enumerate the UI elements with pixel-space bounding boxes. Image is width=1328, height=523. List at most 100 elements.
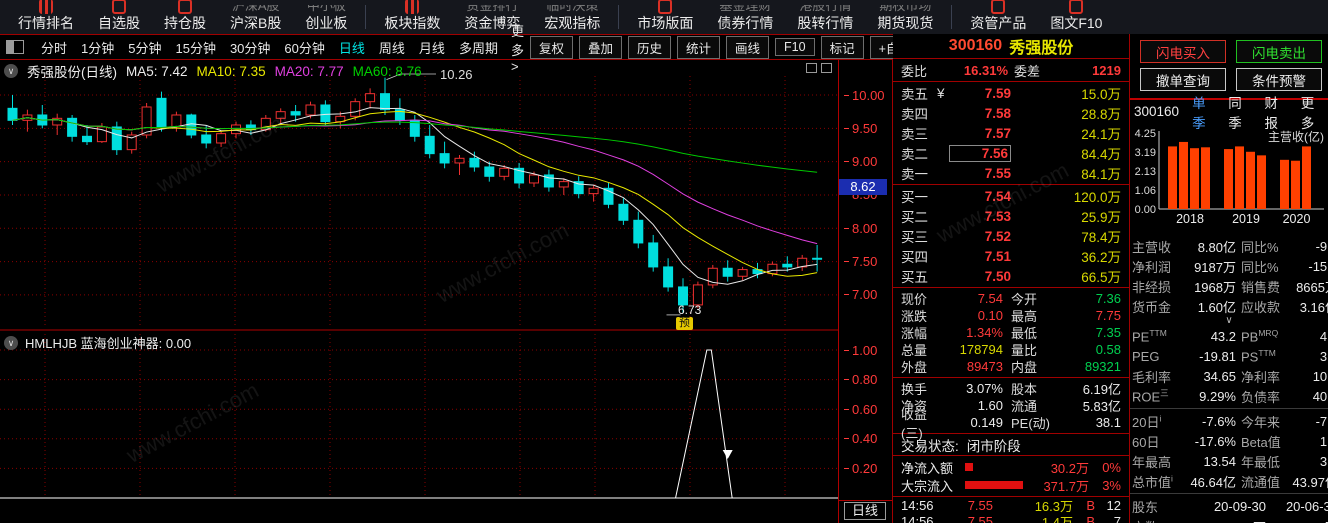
period-tab-60分钟[interactable]: 60分钟 xyxy=(277,38,331,57)
section-divider xyxy=(1130,493,1328,494)
stat-row: 收益(三) 0.149 PE(动) 38.1 xyxy=(901,407,1121,441)
ask-row[interactable]: 卖三 7.57 24.1万 xyxy=(901,123,1121,143)
finance-label: 户数 xyxy=(1132,517,1180,523)
layout-split-icon[interactable] xyxy=(6,40,24,54)
axis-divider xyxy=(839,500,892,501)
tool-button-F10[interactable]: F10 xyxy=(775,38,815,56)
finance-label: PEG xyxy=(1132,348,1160,364)
tool-button-历史[interactable]: 历史 xyxy=(628,35,672,59)
toolbar-item-创业板[interactable]: 中小板 创业板 xyxy=(293,0,359,32)
toolbar-item-行情排名[interactable]: 行情排名 xyxy=(6,0,86,32)
chart-title: 秀强股份(日线) xyxy=(27,65,117,80)
tool-button-标记[interactable]: 标记 xyxy=(820,35,864,59)
period-indicator-box[interactable]: 日线 xyxy=(844,502,887,520)
main-chart-area[interactable]: ∨ 秀强股份(日线) MA5: 7.42 MA10: 7.35 MA20: 7.… xyxy=(0,60,838,500)
tool-button-统计[interactable]: 统计 xyxy=(677,35,721,59)
period-tab-分时[interactable]: 分时 xyxy=(34,38,74,57)
toolbar-item-宏观指标[interactable]: 临时决策 宏观指标 xyxy=(532,0,612,32)
period-tab-多周期[interactable]: 多周期 xyxy=(452,38,505,57)
book-level-label: 卖二 xyxy=(901,147,928,162)
finance-value: -15.5 xyxy=(1308,258,1328,274)
bid-row[interactable]: 买一 7.54 120.0万 xyxy=(901,186,1121,206)
toolbar-item-label: 资管产品 xyxy=(970,15,1027,31)
indicator-chevron-icon[interactable]: ∨ xyxy=(4,335,18,350)
button-撤单查询[interactable]: 撤单查询 xyxy=(1140,68,1226,91)
svg-text:2.13: 2.13 xyxy=(1135,166,1156,178)
finance-tabs: 300160 单季 同季 财报 更多 xyxy=(1130,96,1328,131)
ask-row[interactable]: 卖四 7.58 28.8万 xyxy=(901,103,1121,123)
tool-button-复权[interactable]: 复权 xyxy=(529,35,573,59)
clipped-menu-label: 中小板 xyxy=(306,5,346,13)
axis-tick xyxy=(844,261,849,263)
toolbar-item-沪深B股[interactable]: 沪深A股 沪深B股 xyxy=(218,0,293,32)
window-restore-icon[interactable] xyxy=(806,63,817,73)
finance-row: PEG -19.81 PSTTM 3.9 xyxy=(1130,346,1328,366)
ask-row[interactable]: 卖二 7.56 84.4万 xyxy=(901,143,1121,163)
tool-button-画线[interactable]: 画线 xyxy=(726,35,770,59)
indicator-header: ∨ HMLHJB 蓝海创业神器: 0.00 xyxy=(4,333,191,352)
book-price: 7.58 xyxy=(984,105,1011,121)
axis-tick xyxy=(844,294,849,296)
candlestick-chart[interactable] xyxy=(0,60,838,500)
stat-row: 总量 178794 量比 0.58 xyxy=(901,341,1121,358)
tick-volume: 1.4万 xyxy=(1041,514,1073,523)
toolbar-item-资管产品[interactable]: 资管产品 xyxy=(958,0,1038,32)
period-tab-周线[interactable]: 周线 xyxy=(372,38,412,57)
price-tick-label: 9.50 xyxy=(844,120,877,136)
toolbar-item-期货现货[interactable]: 期权市场 期货现货 xyxy=(865,0,945,32)
finance-value: 1968万 xyxy=(1194,279,1236,295)
flow-value: 30.2万 xyxy=(1050,460,1089,476)
toolbar-item-图文F10[interactable]: 图文F10 xyxy=(1038,0,1114,32)
stat-value: 89473 xyxy=(966,359,1003,374)
bid-row[interactable]: 买三 7.52 78.4万 xyxy=(901,226,1121,246)
ask-row[interactable]: 卖一 7.55 84.1万 xyxy=(901,163,1121,183)
period-tab-日线[interactable]: 日线 xyxy=(332,38,372,57)
finance-label: ROE三 xyxy=(1132,388,1169,405)
book-level-label: 买二 xyxy=(901,210,928,225)
alert-badge[interactable]: 预 xyxy=(676,317,693,330)
stat-row: 外盘 89473 内盘 89321 xyxy=(901,358,1121,375)
finance-value: 46.64亿 xyxy=(1190,474,1236,490)
period-tab-1分钟[interactable]: 1分钟 xyxy=(74,38,121,57)
toolbar-item-自选股[interactable]: 自选股 xyxy=(86,0,152,32)
bid-row[interactable]: 买四 7.51 36.2万 xyxy=(901,246,1121,266)
bid-row[interactable]: 买五 7.50 66.5万 xyxy=(901,266,1121,286)
ask-row[interactable]: 卖五 ¥7.59 15.0万 xyxy=(901,83,1121,103)
finance-label: PETTM xyxy=(1132,327,1167,345)
window-maximize-icon[interactable] xyxy=(821,63,832,73)
button-条件预警[interactable]: 条件预警 xyxy=(1236,68,1322,91)
stat-value: 5.83亿 xyxy=(1082,399,1121,414)
button-闪电买入[interactable]: 闪电买入 xyxy=(1140,40,1226,63)
bid-row[interactable]: 买二 7.53 25.9万 xyxy=(901,206,1121,226)
finance-label: PSTTM xyxy=(1241,347,1276,365)
price-tick-label: 8.00 xyxy=(844,220,877,236)
toolbar-item-板块指数[interactable]: 板块指数 xyxy=(372,0,452,32)
collapse-chevron-icon[interactable]: ∨ xyxy=(4,64,18,78)
period-tab-5分钟[interactable]: 5分钟 xyxy=(121,38,168,57)
finance-value: 40.9 xyxy=(1312,388,1328,404)
toolbar-item-市场版面[interactable]: 市场版面 xyxy=(625,0,705,32)
finance-row: 货币金 1.60亿应收款 3.16亿 xyxy=(1130,296,1328,316)
period-tab-月线[interactable]: 月线 xyxy=(412,38,452,57)
period-tab-15分钟[interactable]: 15分钟 xyxy=(168,38,222,57)
period-tab-30分钟[interactable]: 30分钟 xyxy=(223,38,277,57)
finance-row: 主营收 8.80亿同比% -9.4 xyxy=(1130,236,1328,256)
toolbar-item-持仓股[interactable]: 持仓股 xyxy=(152,0,218,32)
book-price: 7.59 xyxy=(984,85,1011,101)
finance-label: 毛利率 xyxy=(1132,369,1172,385)
finance-date-row: 股东 20-09-30 20-06-30 xyxy=(1130,496,1328,516)
currency-mark: ¥ xyxy=(937,85,945,101)
tick-row: 14:56 7.55 1.4万 B 7 xyxy=(901,513,1121,523)
tool-button-叠加[interactable]: 叠加 xyxy=(578,35,622,59)
toolbar-item-债券行情[interactable]: 基金理财 债券行情 xyxy=(705,0,785,32)
button-闪电卖出[interactable]: 闪电卖出 xyxy=(1236,40,1322,63)
toolbar-item-股转行情[interactable]: 港股行情 股转行情 xyxy=(785,0,865,32)
capital-stats: 换手 3.07% 股本 6.19亿 净资 1.60 流通 5.83亿 收益(三) 0.149 PE(… xyxy=(893,378,1129,441)
finance-value: -9.4 xyxy=(1315,238,1328,254)
axis-tick xyxy=(844,227,849,229)
finance-label: 60日 xyxy=(1132,434,1160,450)
finance-label: 应收款 xyxy=(1241,299,1281,315)
svg-text:2020: 2020 xyxy=(1283,212,1311,226)
stat-row: 现价 7.54 今开 7.36 xyxy=(901,290,1121,307)
expand-chevron-icon[interactable]: ∨ xyxy=(1130,316,1328,326)
